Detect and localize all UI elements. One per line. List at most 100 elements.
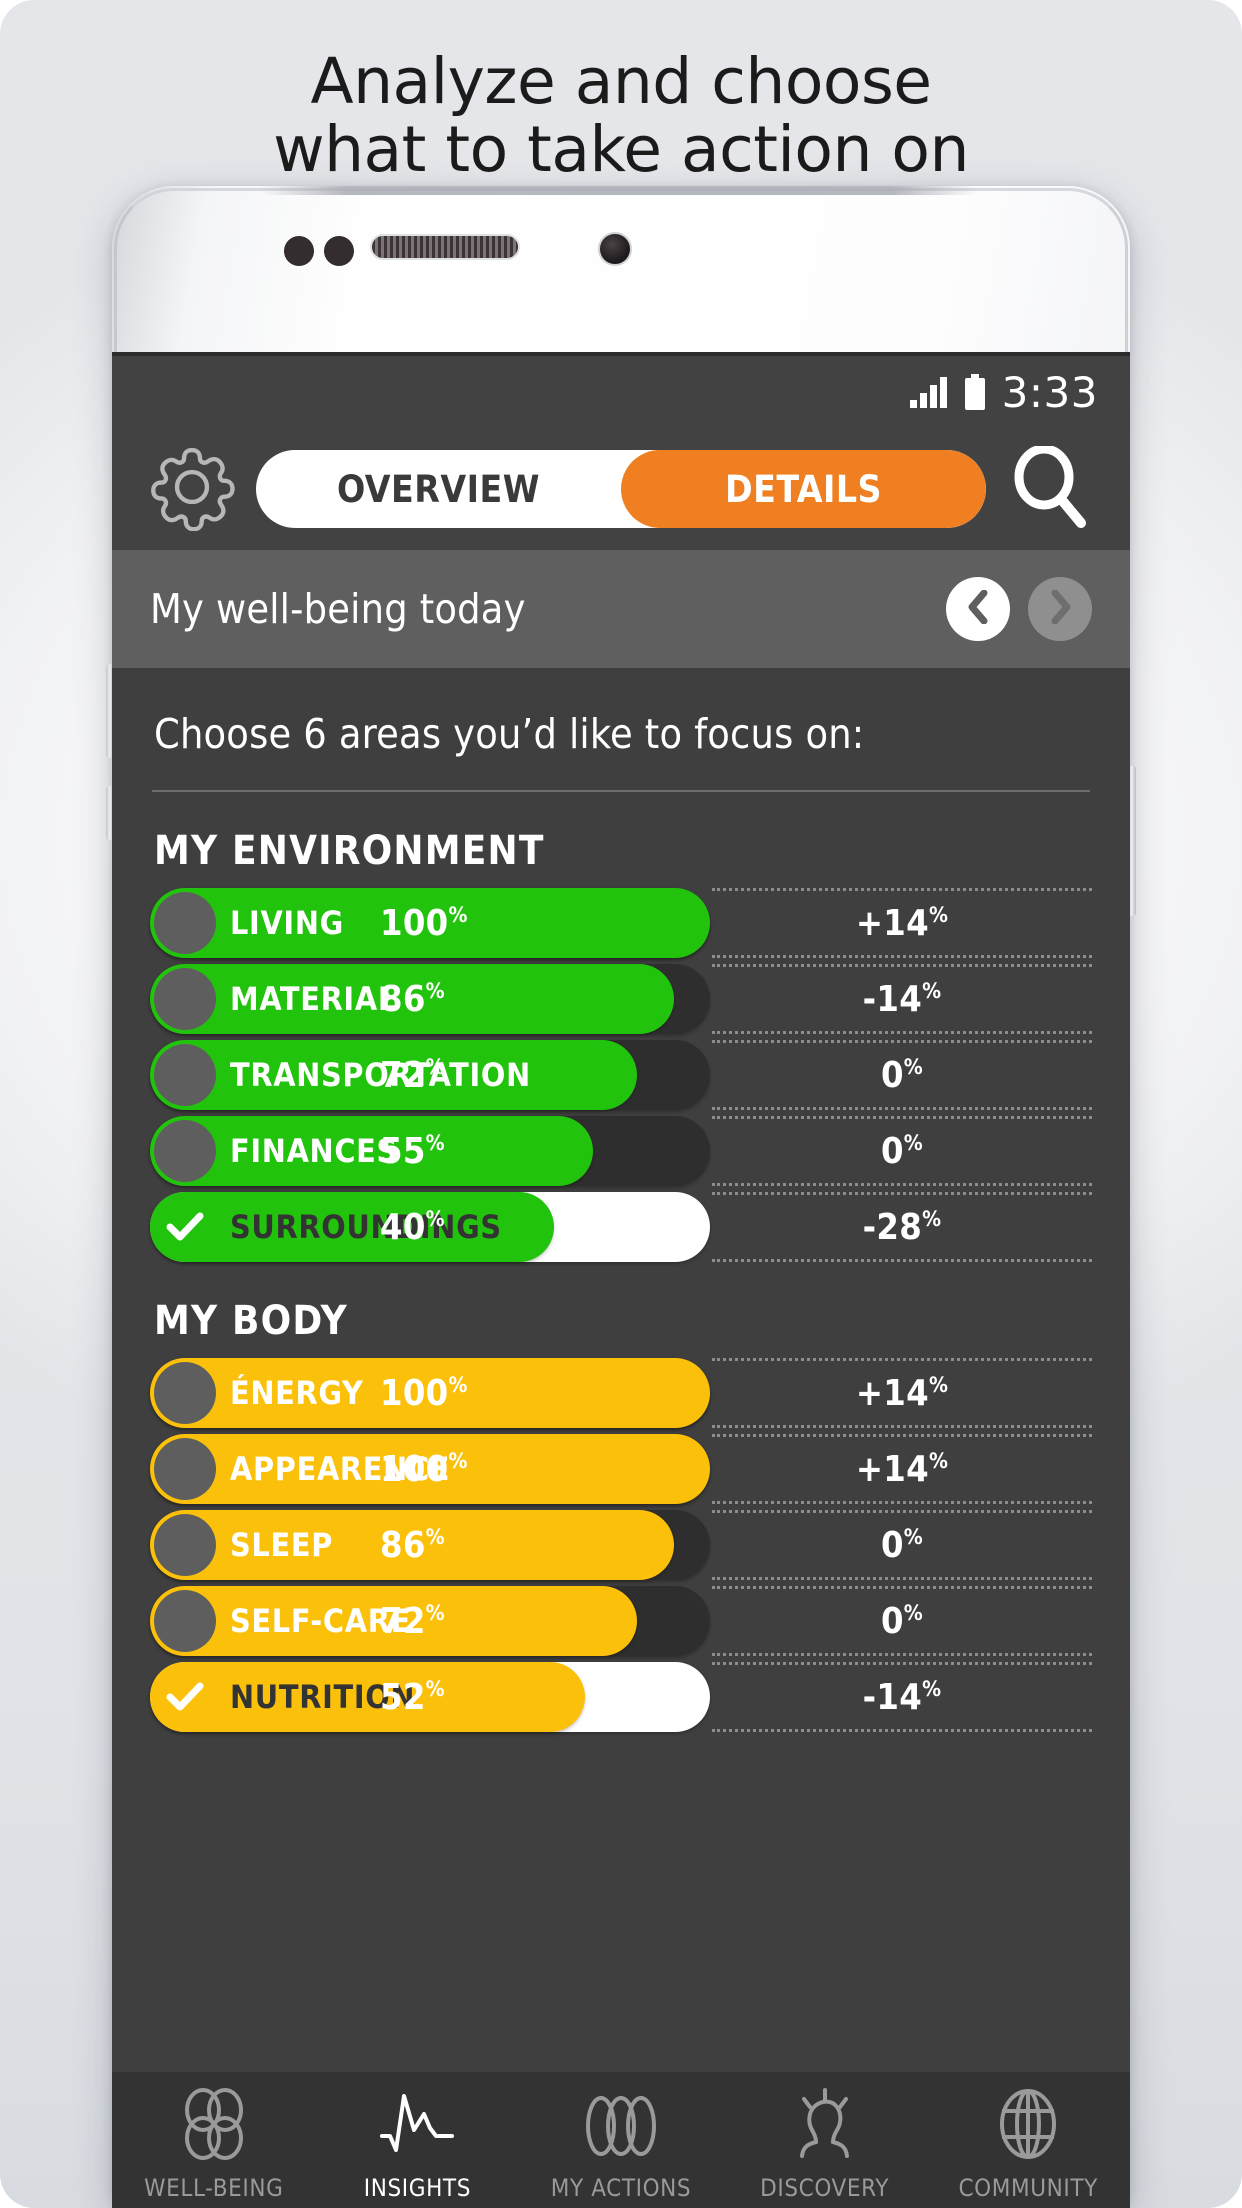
focus-areas-panel: Choose 6 areas you’d like to focus on: M… [112, 668, 1130, 2072]
focus-area-delta: +14% [856, 903, 948, 944]
checkmark-icon[interactable] [154, 1196, 216, 1258]
date-nav-bar: My well-being today [112, 550, 1130, 668]
focus-area-delta: +14% [856, 1449, 948, 1490]
focus-area-row[interactable]: SELF-CARE 72% 0% [150, 1586, 1092, 1656]
focus-area-track[interactable]: SLEEP 86% [150, 1510, 710, 1580]
focus-area-delta-cell: +14% [712, 1434, 1092, 1504]
settings-button[interactable] [146, 443, 238, 535]
focus-area-delta-number: 0 [880, 1054, 904, 1096]
focus-area-progress-bar [150, 888, 710, 958]
front-camera-icon [598, 232, 632, 266]
unselected-circle-icon[interactable] [154, 1120, 216, 1182]
prev-day-button[interactable] [946, 577, 1010, 641]
nav-item-community[interactable]: COMMUNITY [926, 2086, 1130, 2202]
nav-label-well-being: WELL-BEING [144, 2174, 284, 2202]
loops-icon [584, 2086, 658, 2166]
section-0: MY ENVIRONMENT LIVING 100% +14% MATERIAL 86% -… [150, 792, 1092, 1262]
focus-area-delta-number: +14 [855, 1372, 929, 1414]
lightbulb-person-icon [788, 2086, 862, 2166]
percent-sign: % [928, 902, 949, 927]
focus-area-track[interactable]: NUTRITION 52% [150, 1662, 710, 1732]
next-day-button[interactable] [1028, 577, 1092, 641]
section-title: MY BODY [154, 1298, 348, 1344]
percent-sign: % [922, 1206, 942, 1231]
headline-line-2: what to take action on [273, 113, 969, 186]
date-nav-title: My well-being today [150, 585, 526, 633]
focus-area-track[interactable]: FINANCES 55% [150, 1116, 710, 1186]
focus-area-track[interactable]: SELF-CARE 72% [150, 1586, 710, 1656]
focus-area-row[interactable]: NUTRITION 52% -14% [150, 1662, 1092, 1732]
focus-area-delta: -14% [863, 979, 942, 1020]
section-title: MY ENVIRONMENT [154, 828, 545, 874]
focus-area-row[interactable]: APPEARENCE 100% +14% [150, 1434, 1092, 1504]
focus-area-delta: -28% [863, 1207, 942, 1248]
nav-label-community: COMMUNITY [958, 2174, 1098, 2202]
focus-area-delta-number: 0 [880, 1600, 904, 1642]
focus-area-row[interactable]: SURROUNDINGS 40% -28% [150, 1192, 1092, 1262]
view-toggle[interactable]: OVERVIEW DETAILS [256, 450, 986, 528]
focus-area-delta-cell: -14% [712, 964, 1092, 1034]
tab-overview[interactable]: OVERVIEW [256, 450, 621, 528]
unselected-circle-icon[interactable] [154, 892, 216, 954]
focus-area-delta-number: -14 [862, 1676, 923, 1718]
app-toolbar: OVERVIEW DETAILS [112, 428, 1130, 550]
focus-area-delta: 0% [881, 1525, 923, 1566]
focus-area-progress-bar [150, 1510, 674, 1580]
chevron-left-icon [965, 589, 991, 628]
focus-area-delta-cell: 0% [712, 1040, 1092, 1110]
flower-icon [177, 2086, 251, 2166]
nav-item-discovery[interactable]: DISCOVERY [723, 2086, 927, 2202]
signal-bars-icon [909, 376, 948, 408]
focus-area-delta-number: +14 [855, 902, 929, 944]
nav-item-well-being[interactable]: WELL-BEING [112, 2086, 316, 2202]
tab-details[interactable]: DETAILS [621, 450, 986, 528]
focus-area-row[interactable]: FINANCES 55% 0% [150, 1116, 1092, 1186]
phone-screen: 3:33 OVERVIEW DETAILS My well-being toda… [112, 352, 1130, 2208]
focus-area-track[interactable]: MATERIAL 86% [150, 964, 710, 1034]
focus-area-progress-bar [150, 1116, 593, 1186]
focus-area-delta-number: -14 [862, 978, 923, 1020]
percent-sign: % [903, 1524, 924, 1549]
section-rows: LIVING 100% +14% MATERIAL 86% -14% TRANSPORTAT… [150, 888, 1092, 1262]
unselected-circle-icon[interactable] [154, 1362, 216, 1424]
nav-label-insights: INSIGHTS [363, 2174, 472, 2202]
nav-item-my-actions[interactable]: MY ACTIONS [519, 2086, 723, 2202]
focus-area-track[interactable]: APPEARENCE 100% [150, 1434, 710, 1504]
focus-area-delta-number: +14 [855, 1448, 929, 1490]
percent-sign: % [903, 1600, 924, 1625]
checkmark-icon[interactable] [154, 1666, 216, 1728]
unselected-circle-icon[interactable] [154, 1514, 216, 1576]
focus-area-track[interactable]: ÉNERGY 100% [150, 1358, 710, 1428]
focus-area-track[interactable]: SURROUNDINGS 40% [150, 1192, 710, 1262]
focus-area-delta-cell: 0% [712, 1586, 1092, 1656]
focus-area-progress-bar [150, 1358, 710, 1428]
focus-area-delta: 0% [881, 1055, 923, 1096]
focus-area-row[interactable]: TRANSPORTATION 72% 0% [150, 1040, 1092, 1110]
focus-area-track[interactable]: LIVING 100% [150, 888, 710, 958]
section-1: MY BODY ÉNERGY 100% +14% APPEARENCE 100% +14% S… [150, 1262, 1092, 1732]
phone-top-stripe [260, 186, 978, 195]
focus-area-delta: 0% [881, 1601, 923, 1642]
chevron-right-icon [1047, 589, 1073, 628]
search-button[interactable] [1004, 444, 1096, 532]
focus-area-track[interactable]: TRANSPORTATION 72% [150, 1040, 710, 1110]
percent-sign: % [922, 1676, 942, 1701]
status-bar-clock: 3:33 [1001, 367, 1098, 417]
nav-item-insights[interactable]: INSIGHTS [316, 2086, 520, 2202]
focus-area-delta-cell: -28% [712, 1192, 1092, 1262]
focus-area-delta-cell: +14% [712, 888, 1092, 958]
headline-line-1: Analyze and choose [310, 45, 932, 118]
focus-area-row[interactable]: ÉNERGY 100% +14% [150, 1358, 1092, 1428]
unselected-circle-icon[interactable] [154, 968, 216, 1030]
focus-area-delta-cell: -14% [712, 1662, 1092, 1732]
unselected-circle-icon[interactable] [154, 1590, 216, 1652]
focus-area-row[interactable]: LIVING 100% +14% [150, 888, 1092, 958]
nav-label-discovery: DISCOVERY [760, 2174, 889, 2202]
unselected-circle-icon[interactable] [154, 1044, 216, 1106]
nav-label-my-actions: MY ACTIONS [550, 2174, 692, 2202]
percent-sign: % [928, 1448, 949, 1473]
focus-area-row[interactable]: SLEEP 86% 0% [150, 1510, 1092, 1580]
focus-area-row[interactable]: MATERIAL 86% -14% [150, 964, 1092, 1034]
unselected-circle-icon[interactable] [154, 1438, 216, 1500]
focus-area-progress-bar [150, 1040, 638, 1110]
